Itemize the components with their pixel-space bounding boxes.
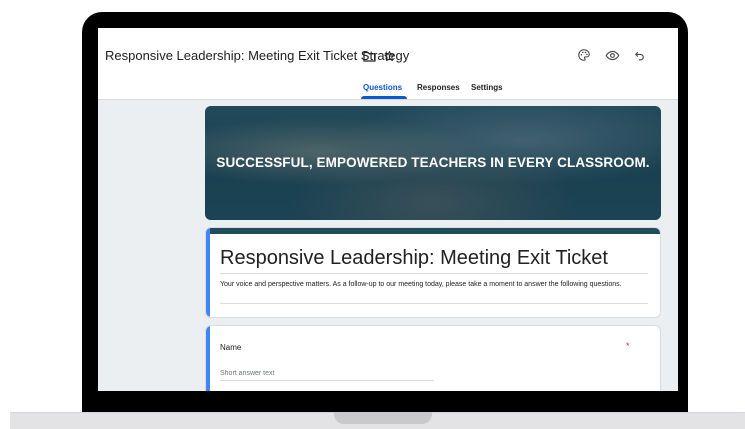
focus-indicator xyxy=(206,228,210,317)
question-card-name[interactable]: Name * xyxy=(205,325,661,391)
laptop-notch xyxy=(334,412,432,424)
title-underline xyxy=(220,273,648,274)
tab-settings[interactable]: Settings xyxy=(471,83,503,92)
eye-icon[interactable] xyxy=(603,46,621,64)
undo-icon[interactable] xyxy=(630,46,648,64)
palette-icon[interactable] xyxy=(575,46,593,64)
star-icon[interactable] xyxy=(381,48,397,64)
description-underline xyxy=(220,303,648,304)
form-description[interactable]: Your voice and perspective matters. As a… xyxy=(220,280,650,290)
form-title-card[interactable]: Responsive Leadership: Meeting Exit Tick… xyxy=(205,227,661,318)
folder-icon[interactable] xyxy=(361,48,377,64)
screen: Responsive Leadership: Meeting Exit Tick… xyxy=(98,28,678,391)
question-label[interactable]: Name xyxy=(220,343,241,352)
tab-questions-indicator xyxy=(361,96,407,99)
short-answer-input[interactable] xyxy=(220,366,434,381)
theme-color-bar xyxy=(206,228,660,234)
focus-indicator xyxy=(206,326,210,391)
required-asterisk: * xyxy=(626,341,630,351)
tab-responses[interactable]: Responses xyxy=(417,83,460,92)
form-title[interactable]: Responsive Leadership: Meeting Exit Tick… xyxy=(220,247,608,270)
header-banner-image: SUCCESSFUL, EMPOWERED TEACHERS IN EVERY … xyxy=(205,106,661,220)
form-editor-header: Responsive Leadership: Meeting Exit Tick… xyxy=(98,28,678,100)
banner-text: SUCCESSFUL, EMPOWERED TEACHERS IN EVERY … xyxy=(216,155,650,170)
tab-questions[interactable]: Questions xyxy=(363,83,402,92)
